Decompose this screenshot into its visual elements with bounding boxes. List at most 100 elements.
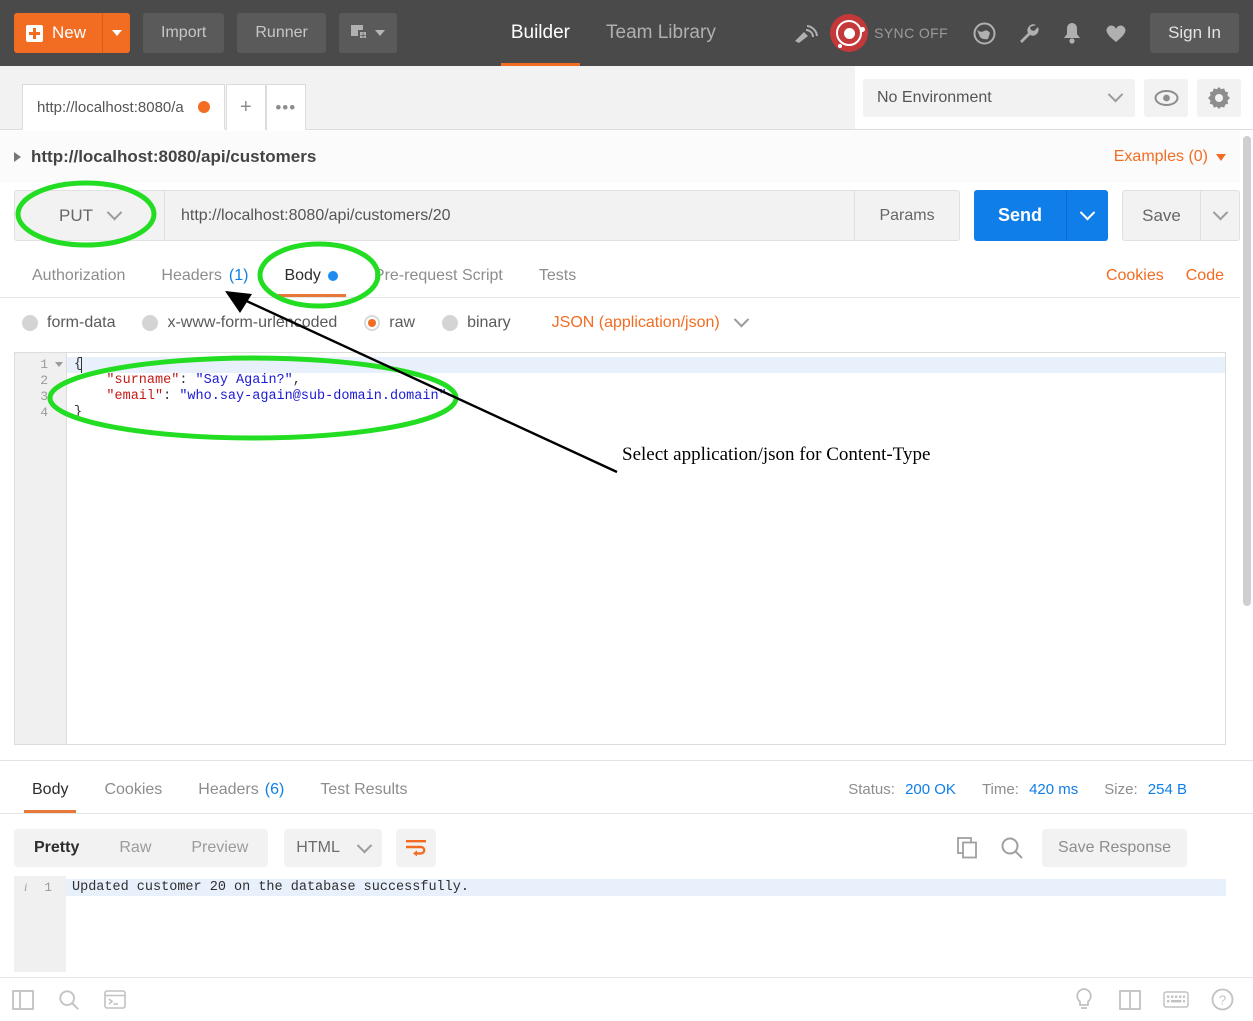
code-link[interactable]: Code xyxy=(1186,267,1224,285)
url-row: PUT Params Send Save xyxy=(14,190,1240,241)
tab-pre-request-script[interactable]: Pre-request Script xyxy=(356,255,521,297)
tab-headers[interactable]: Headers (1) xyxy=(143,255,266,297)
editor-line-number: 3 xyxy=(40,389,48,404)
fold-arrow-icon[interactable] xyxy=(55,362,63,367)
response-meta: Status: 200 OK Time: 420 ms Size: 254 B xyxy=(848,781,1253,798)
environment-select[interactable]: No Environment xyxy=(863,78,1135,117)
new-tab-button[interactable]: + xyxy=(225,84,266,130)
two-pane-layout-icon[interactable] xyxy=(1107,978,1153,1021)
size-badge: Size: 254 B xyxy=(1104,781,1187,798)
view-mode-pretty[interactable]: Pretty xyxy=(14,829,100,867)
heart-icon[interactable] xyxy=(1094,11,1138,55)
send-button[interactable]: Send xyxy=(974,190,1066,241)
editor-line-number: 2 xyxy=(40,373,48,388)
new-window-button[interactable]: + xyxy=(338,13,397,53)
size-label: Size: xyxy=(1104,781,1138,798)
editor-code-line: "email": "who.say-again@sub-domain.domai… xyxy=(106,389,447,404)
response-section-tabs: Body Cookies Headers (6) Test Results St… xyxy=(0,766,1253,814)
response-body-viewer[interactable]: i 1 Updated customer 20 on the database … xyxy=(14,876,1226,972)
bell-icon[interactable] xyxy=(1050,11,1094,55)
response-line-number: 1 xyxy=(44,880,52,895)
examples-dropdown[interactable]: Examples (0) xyxy=(1114,148,1226,166)
postman-window: New Import Runner + Builder Team Library xyxy=(0,0,1253,1021)
content-type-select[interactable]: JSON (application/json) xyxy=(552,311,750,332)
save-button[interactable]: Save xyxy=(1122,190,1200,241)
body-type-row: form-data x-www-form-urlencoded raw bina… xyxy=(0,300,1240,345)
response-code-area[interactable]: Updated customer 20 on the database succ… xyxy=(66,876,1226,972)
new-dropdown-caret[interactable] xyxy=(102,13,131,53)
radio-icon xyxy=(142,314,159,331)
import-button[interactable]: Import xyxy=(143,13,225,53)
view-mode-preview[interactable]: Preview xyxy=(171,829,268,867)
tab-authorization[interactable]: Authorization xyxy=(14,255,143,297)
response-toolbar: Pretty Raw Preview HTML Save Response xyxy=(0,822,1253,874)
save-response-button[interactable]: Save Response xyxy=(1042,829,1187,867)
search-icon[interactable] xyxy=(994,830,1030,866)
copy-icon[interactable] xyxy=(950,830,986,866)
method-select[interactable]: PUT xyxy=(14,190,164,241)
request-scrollbar-thumb[interactable] xyxy=(1243,136,1251,606)
tab-options-button[interactable]: ••• xyxy=(265,84,306,130)
wrench-icon[interactable] xyxy=(1006,11,1050,55)
editor-code-line: { xyxy=(67,357,1225,373)
radio-raw[interactable]: raw xyxy=(364,314,415,332)
editor-code-area[interactable]: { "surname": "Say Again?", "email": "who… xyxy=(67,353,1225,744)
response-divider xyxy=(0,760,1253,761)
radio-binary-label: binary xyxy=(467,313,511,331)
radio-icon xyxy=(442,314,459,331)
info-icon: i xyxy=(24,880,28,894)
editor-line-number: 4 xyxy=(40,405,48,420)
send-options-caret[interactable] xyxy=(1066,190,1108,241)
sign-in-button[interactable]: Sign In xyxy=(1150,13,1239,53)
response-tab-headers[interactable]: Headers (6) xyxy=(180,766,302,813)
text-caret xyxy=(81,357,82,373)
request-scrollbar-track[interactable] xyxy=(1240,131,1253,745)
nav-builder[interactable]: Builder xyxy=(493,0,588,66)
response-format-label: HTML xyxy=(296,839,340,856)
save-button-group: Save xyxy=(1122,190,1240,241)
manage-environments-button[interactable] xyxy=(1197,78,1241,117)
tab-tests[interactable]: Tests xyxy=(521,255,594,297)
save-options-caret[interactable] xyxy=(1200,190,1240,241)
keyboard-icon[interactable] xyxy=(1153,978,1199,1021)
response-tab-body[interactable]: Body xyxy=(14,766,86,813)
url-input[interactable] xyxy=(164,190,855,241)
search-icon[interactable] xyxy=(46,978,92,1021)
radio-icon-selected xyxy=(364,314,381,331)
time-value: 420 ms xyxy=(1029,781,1079,798)
request-tab[interactable]: http://localhost:8080/a xyxy=(22,84,225,130)
postman-sync-logo[interactable] xyxy=(830,14,869,52)
runner-button[interactable]: Runner xyxy=(237,13,326,53)
radio-form-data[interactable]: form-data xyxy=(22,314,115,332)
expand-arrow-icon[interactable] xyxy=(14,152,21,162)
chevron-down-icon xyxy=(111,30,122,36)
response-format-select[interactable]: HTML xyxy=(284,829,383,867)
environment-bar: No Environment xyxy=(855,66,1253,130)
help-icon[interactable]: ? xyxy=(1199,978,1245,1021)
plus-icon xyxy=(26,24,43,42)
tab-tests-label: Tests xyxy=(538,267,577,284)
satellite-icon[interactable] xyxy=(784,11,828,55)
bulb-icon[interactable] xyxy=(1061,978,1107,1021)
new-button[interactable]: New xyxy=(14,13,103,53)
nav-team-library[interactable]: Team Library xyxy=(588,0,734,66)
sidebar-toggle-icon[interactable] xyxy=(0,978,46,1021)
environment-quick-look-button[interactable] xyxy=(1144,78,1188,117)
response-tab-test-results[interactable]: Test Results xyxy=(302,766,425,813)
new-button-label: New xyxy=(52,23,87,42)
radio-x-www-form-urlencoded[interactable]: x-www-form-urlencoded xyxy=(142,314,337,332)
response-tab-cookies[interactable]: Cookies xyxy=(86,766,180,813)
tab-body[interactable]: Body xyxy=(266,255,355,297)
cookies-link[interactable]: Cookies xyxy=(1106,267,1164,285)
chevron-down-icon xyxy=(1079,204,1096,221)
wrap-lines-button[interactable] xyxy=(396,829,437,867)
chevron-down-icon xyxy=(106,204,123,221)
svg-text:?: ? xyxy=(1218,993,1225,1008)
console-icon[interactable] xyxy=(92,978,138,1021)
view-mode-raw[interactable]: Raw xyxy=(99,829,171,867)
params-button[interactable]: Params xyxy=(855,190,960,241)
globe-icon[interactable] xyxy=(962,11,1006,55)
request-body-editor[interactable]: 1234 { "surname": "Say Again?", "email":… xyxy=(14,352,1226,745)
chevron-down-icon xyxy=(733,311,750,328)
radio-binary[interactable]: binary xyxy=(442,314,511,332)
